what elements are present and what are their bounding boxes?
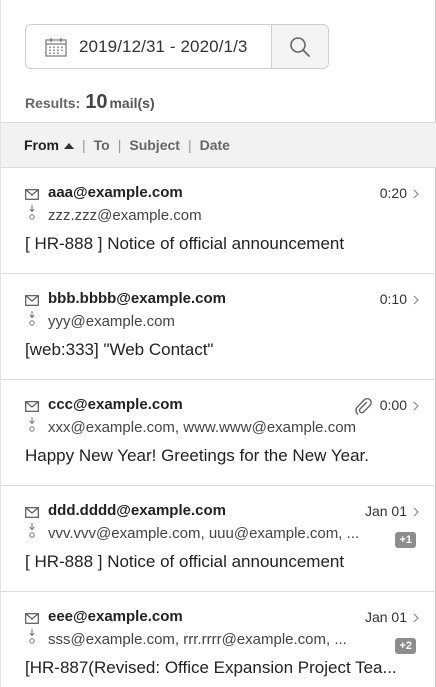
sort-separator: |: [187, 137, 192, 153]
mail-subject: [web:333] "Web Contact": [25, 340, 214, 359]
mail-time: Jan 01: [364, 503, 407, 519]
arrow-down-icon: [29, 417, 35, 432]
extra-recipients-badge: +2: [395, 638, 416, 654]
chevron-right-icon: [413, 507, 419, 517]
mail-item[interactable]: ccc@example.com xxx@example.com, www.www…: [1, 380, 436, 486]
mail-search-panel: 2019/12/31 - 2020/1/3 Results: 10 mail(s…: [0, 0, 436, 687]
envelope-icon: [25, 507, 39, 518]
arrow-down-icon: [29, 311, 35, 326]
mail-time: Jan 01: [364, 609, 407, 625]
sort-date[interactable]: Date: [200, 137, 230, 153]
results-unit: mail(s): [109, 95, 155, 111]
mail-recipients: xxx@example.com, www.www@example.com: [48, 419, 357, 436]
sort-bar: From | To | Subject | Date: [1, 122, 436, 168]
calendar-icon: [45, 37, 67, 57]
mail-time: 0:20: [379, 185, 407, 201]
results-summary: Results: 10 mail(s): [25, 91, 155, 114]
sort-from[interactable]: From: [24, 137, 74, 153]
search-bar: 2019/12/31 - 2020/1/3: [25, 24, 329, 69]
extra-recipients-badge: +1: [395, 532, 416, 548]
sort-from-label: From: [24, 137, 59, 153]
arrow-down-icon: [29, 523, 35, 538]
mail-recipients: vvv.vvv@example.com, uuu@example.com, ..…: [48, 525, 360, 542]
mail-recipients: zzz.zzz@example.com: [48, 207, 202, 224]
search-button[interactable]: [272, 24, 329, 69]
sort-to[interactable]: To: [94, 137, 110, 153]
mail-sender: bbb.bbbb@example.com: [48, 290, 226, 307]
paperclip-icon: [355, 397, 372, 415]
envelope-icon: [25, 295, 39, 306]
mail-recipients: sss@example.com, rrr.rrrr@example.com, .…: [48, 631, 347, 648]
mail-subject: [ HR-888 ] Notice of official announceme…: [25, 234, 345, 253]
mail-sender: eee@example.com: [48, 608, 183, 625]
mail-time: 0:10: [379, 291, 407, 307]
date-range-value: 2019/12/31 - 2020/1/3: [79, 36, 248, 56]
results-count: 10: [85, 91, 108, 113]
chevron-right-icon: [413, 401, 419, 411]
sort-ascending-icon: [64, 142, 74, 149]
sort-subject[interactable]: Subject: [129, 137, 180, 153]
mail-subject: Happy New Year! Greetings for the New Ye…: [25, 446, 369, 465]
mail-item[interactable]: eee@example.com sss@example.com, rrr.rrr…: [1, 592, 436, 687]
mail-item[interactable]: aaa@example.com zzz.zzz@example.com [ HR…: [1, 168, 436, 274]
envelope-icon: [25, 189, 39, 200]
envelope-icon: [25, 613, 39, 624]
results-label: Results:: [25, 95, 81, 111]
chevron-right-icon: [413, 189, 419, 199]
mail-sender: aaa@example.com: [48, 184, 183, 201]
mail-item[interactable]: ddd.dddd@example.com vvv.vvv@example.com…: [1, 486, 436, 592]
sort-separator: |: [117, 137, 122, 153]
mail-item[interactable]: bbb.bbbb@example.com yyy@example.com [we…: [1, 274, 436, 380]
mail-sender: ccc@example.com: [48, 396, 183, 413]
arrow-down-icon: [29, 205, 35, 220]
mail-subject: [HR-887(Revised: Office Expansion Projec…: [25, 658, 397, 677]
arrow-down-icon: [29, 629, 35, 644]
mail-list: aaa@example.com zzz.zzz@example.com [ HR…: [1, 168, 436, 687]
mail-subject: [ HR-888 ] Notice of official announceme…: [25, 552, 345, 571]
search-icon: [290, 36, 310, 57]
mail-recipients: yyy@example.com: [48, 313, 175, 330]
envelope-icon: [25, 401, 39, 412]
sort-separator: |: [82, 137, 86, 153]
chevron-right-icon: [413, 613, 419, 623]
mail-time: 0:00: [379, 397, 407, 413]
chevron-right-icon: [413, 295, 419, 305]
mail-sender: ddd.dddd@example.com: [48, 502, 226, 519]
date-range-field[interactable]: 2019/12/31 - 2020/1/3: [25, 24, 272, 69]
